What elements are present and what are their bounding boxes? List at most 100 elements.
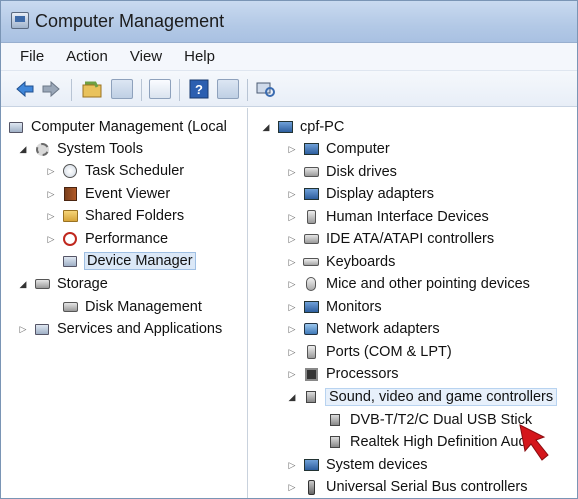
display-adapter-icon: [302, 186, 320, 202]
network-adapter-icon: [302, 321, 320, 337]
toolbar-separator: [247, 79, 248, 101]
menu-file[interactable]: File: [9, 48, 55, 65]
collapsed-triangle-icon[interactable]: ▷: [286, 459, 298, 471]
window-title: Computer Management: [35, 11, 225, 31]
collapsed-triangle-icon[interactable]: ▷: [286, 166, 298, 178]
up-folder-icon[interactable]: [81, 79, 103, 99]
storage-icon: [33, 276, 51, 292]
monitor-icon: [302, 299, 320, 315]
speaker-icon: [302, 389, 320, 405]
expanded-triangle-icon[interactable]: ◢: [260, 121, 272, 133]
ide-controller-icon: [302, 231, 320, 247]
forward-arrow-icon[interactable]: [41, 79, 61, 99]
tree-item-task-scheduler[interactable]: ▷ Task Scheduler: [45, 160, 185, 182]
computer-management-window: Computer Management File Action View Hel…: [0, 0, 578, 499]
port-icon: [302, 344, 320, 360]
svg-text:?: ?: [195, 82, 203, 97]
collapsed-triangle-icon[interactable]: ▷: [286, 211, 298, 223]
processor-icon: [302, 366, 320, 382]
device-category-display-adapters[interactable]: ▷ Display adapters: [286, 183, 434, 205]
computer-icon: [276, 119, 294, 135]
menu-action[interactable]: Action: [55, 48, 119, 65]
collapsed-triangle-icon[interactable]: ▷: [286, 323, 298, 335]
tree-item-cpf-pc[interactable]: ◢ cpf-PC: [260, 116, 345, 138]
speaker-icon: [326, 412, 344, 428]
tree-item-event-viewer[interactable]: ▷ Event Viewer: [45, 183, 171, 205]
toolbar: ?: [1, 71, 577, 107]
device-manager-icon: [61, 253, 79, 269]
tree-item-device-manager[interactable]: Device Manager: [61, 250, 196, 272]
expanded-triangle-icon[interactable]: ◢: [17, 278, 29, 290]
device-category-ports[interactable]: ▷ Ports (COM & LPT): [286, 341, 452, 363]
computer-management-icon: [7, 119, 25, 135]
tree-item-disk-management[interactable]: Disk Management: [61, 296, 202, 318]
usb-icon: [302, 479, 320, 495]
collapsed-triangle-icon[interactable]: ▷: [286, 278, 298, 290]
collapsed-triangle-icon[interactable]: ▷: [286, 188, 298, 200]
speaker-icon: [326, 434, 344, 450]
hid-icon: [302, 209, 320, 225]
menu-help[interactable]: Help: [173, 48, 226, 65]
collapsed-triangle-icon[interactable]: ▷: [286, 481, 298, 493]
collapsed-triangle-icon[interactable]: ▷: [45, 233, 57, 245]
disk-drive-icon: [302, 164, 320, 180]
computer-icon: [302, 141, 320, 157]
properties-button[interactable]: [149, 79, 171, 99]
menu-view[interactable]: View: [119, 48, 173, 65]
expanded-triangle-icon[interactable]: ◢: [286, 391, 298, 403]
device-category-disk-drives[interactable]: ▷ Disk drives: [286, 161, 397, 183]
collapsed-triangle-icon[interactable]: ▷: [45, 165, 57, 177]
system-device-icon: [302, 457, 320, 473]
collapsed-triangle-icon[interactable]: ▷: [45, 210, 57, 222]
expanded-triangle-icon[interactable]: ◢: [17, 143, 29, 155]
toolbar-separator: [71, 79, 72, 101]
collapsed-triangle-icon[interactable]: ▷: [286, 301, 298, 313]
collapsed-triangle-icon[interactable]: ▷: [286, 368, 298, 380]
collapsed-triangle-icon[interactable]: ▷: [286, 233, 298, 245]
toolbar-separator: [141, 79, 142, 101]
device-category-system-devices[interactable]: ▷ System devices: [286, 454, 428, 476]
red-pointer-arrow-icon: [519, 424, 549, 461]
help-icon[interactable]: ?: [189, 79, 209, 99]
collapsed-triangle-icon[interactable]: ▷: [17, 323, 29, 335]
computer-management-icon: [11, 12, 29, 29]
tree-item-performance[interactable]: ▷ Performance: [45, 228, 168, 250]
disk-management-icon: [61, 299, 79, 315]
clock-icon: [61, 163, 79, 179]
tree-item-storage[interactable]: ◢ Storage: [17, 273, 108, 295]
mouse-icon: [302, 276, 320, 292]
toolbar-separator: [179, 79, 180, 101]
device-dvb-t2-usb-stick[interactable]: DVB-T/T2/C Dual USB Stick: [326, 409, 532, 431]
device-category-mice[interactable]: ▷ Mice and other pointing devices: [286, 273, 530, 295]
tools-icon: [33, 141, 51, 157]
device-category-computer[interactable]: ▷ Computer: [286, 138, 390, 160]
title-bar[interactable]: Computer Management: [1, 1, 577, 43]
tree-item-services-applications[interactable]: ▷ Services and Applications: [17, 318, 223, 340]
show-hide-console-tree-button[interactable]: [111, 79, 133, 99]
collapsed-triangle-icon[interactable]: ▷: [286, 346, 298, 358]
device-category-human-interface-devices[interactable]: ▷ Human Interface Devices: [286, 206, 489, 228]
shared-folder-icon: [61, 208, 79, 224]
tree-item-shared-folders[interactable]: ▷ Shared Folders: [45, 205, 185, 227]
performance-icon: [61, 231, 79, 247]
scan-hardware-icon[interactable]: [255, 79, 277, 99]
tree-item-computer-management[interactable]: Computer Management (Local: [7, 116, 227, 138]
back-arrow-icon[interactable]: [15, 79, 35, 99]
device-category-processors[interactable]: ▷ Processors: [286, 363, 399, 385]
tree-item-system-tools[interactable]: ◢ System Tools: [17, 138, 143, 160]
device-realtek-audio[interactable]: Realtek High Definition Audio: [326, 431, 538, 453]
services-icon: [33, 321, 51, 337]
device-category-network-adapters[interactable]: ▷ Network adapters: [286, 318, 440, 340]
device-category-monitors[interactable]: ▷ Monitors: [286, 296, 382, 318]
device-category-usb-controllers[interactable]: ▷ Universal Serial Bus controllers: [286, 476, 528, 498]
device-category-ide-ata-atapi[interactable]: ▷ IDE ATA/ATAPI controllers: [286, 228, 495, 250]
console-tree: Computer Management (Local ◢ System Tool…: [1, 108, 248, 498]
collapsed-triangle-icon[interactable]: ▷: [286, 256, 298, 268]
content-area: Computer Management (Local ◢ System Tool…: [1, 108, 577, 498]
device-category-sound-video-game[interactable]: ◢ Sound, video and game controllers: [286, 386, 558, 408]
collapsed-triangle-icon[interactable]: ▷: [286, 143, 298, 155]
menu-bar: File Action View Help: [1, 43, 577, 71]
show-action-pane-button[interactable]: [217, 79, 239, 99]
collapsed-triangle-icon[interactable]: ▷: [45, 188, 57, 200]
device-category-keyboards[interactable]: ▷ Keyboards: [286, 251, 396, 273]
